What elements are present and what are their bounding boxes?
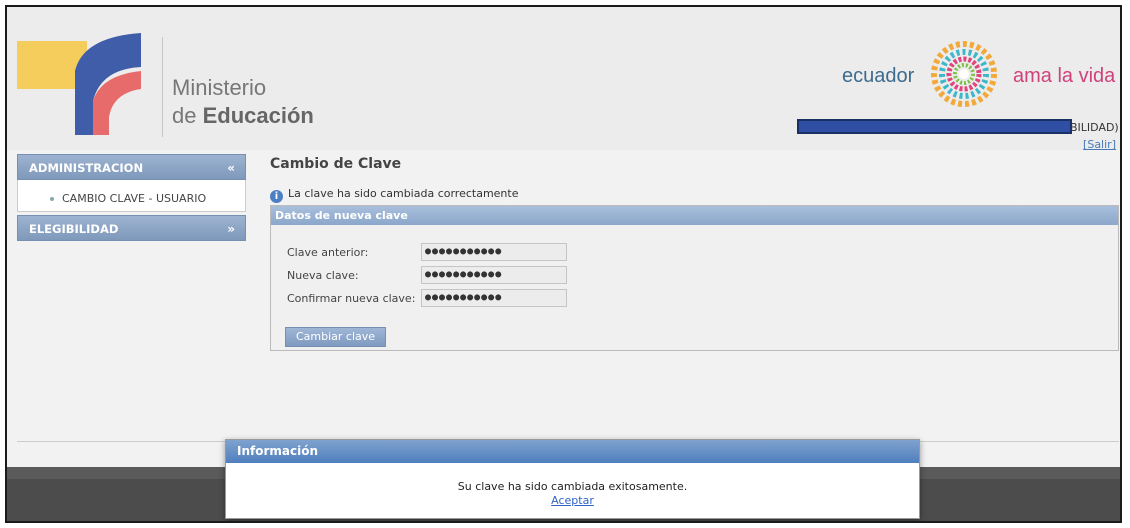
page-title: Cambio de Clave [270, 156, 402, 172]
page-header: Ministerio de Educación ecuador ama la v… [7, 7, 1120, 151]
password-panel: Datos de nueva clave Clave anterior: ●●●… [270, 205, 1119, 351]
chevron-up-icon[interactable]: « [227, 155, 235, 181]
dialog-title: Información [226, 440, 919, 463]
new-password-label: Nueva clave: [287, 269, 359, 282]
chevron-down-icon[interactable]: » [227, 216, 235, 242]
old-password-input[interactable]: ●●●●●●●●●●● [421, 243, 567, 261]
confirm-password-label: Confirmar nueva clave: [287, 292, 416, 305]
old-password-label: Clave anterior: [287, 246, 369, 259]
bullet-icon [50, 197, 54, 201]
logo-divider [162, 37, 163, 137]
slogan-ama-la-vida: ama la vida [1013, 65, 1116, 87]
sidebar-section-administracion[interactable]: ADMINISTRACION « [17, 154, 246, 180]
change-password-button[interactable]: Cambiar clave [285, 327, 386, 347]
info-message: i La clave ha sido cambiada correctamente [270, 187, 518, 203]
sidebar-item-label: CAMBIO CLAVE - USUARIO [62, 192, 207, 205]
sidebar: ADMINISTRACION « CAMBIO CLAVE - USUARIO … [17, 154, 246, 241]
sidebar-section-elegibilidad[interactable]: ELEGIBILIDAD » [17, 215, 246, 241]
redacted-username [797, 119, 1072, 134]
info-message-text: La clave ha sido cambiada correctamente [288, 187, 519, 200]
panel-title: Datos de nueva clave [271, 206, 1118, 225]
ministry-logo [17, 33, 141, 135]
sidebar-section-body: CAMBIO CLAVE - USUARIO [17, 180, 246, 212]
dialog-accept-link[interactable]: Aceptar [226, 494, 919, 507]
ministry-name-line1: Ministerio [172, 75, 267, 100]
new-password-input[interactable]: ●●●●●●●●●●● [421, 266, 567, 284]
logout-link[interactable]: [Salir] [1083, 138, 1116, 151]
browser-frame: Ministerio de Educación ecuador ama la v… [5, 5, 1122, 523]
user-role-suffix: BILIDAD) [1070, 121, 1119, 134]
ministry-name-line2: de Educación [172, 103, 314, 129]
sidebar-section-label: ADMINISTRACION [29, 161, 144, 175]
info-icon: i [270, 190, 283, 203]
slogan-ecuador: ecuador [842, 65, 915, 87]
ministry-name-bold: Educación [202, 103, 314, 128]
sidebar-item-cambio-clave[interactable]: CAMBIO CLAVE - USUARIO [18, 180, 245, 205]
sidebar-section-label: ELEGIBILIDAD [29, 222, 119, 236]
sun-logo [931, 41, 997, 107]
dialog-message: Su clave ha sido cambiada exitosamente. [457, 480, 688, 493]
ministry-name-prefix: de [172, 103, 197, 128]
info-dialog: Información Su clave ha sido cambiada ex… [225, 439, 920, 519]
confirm-password-input[interactable]: ●●●●●●●●●●● [421, 289, 567, 307]
